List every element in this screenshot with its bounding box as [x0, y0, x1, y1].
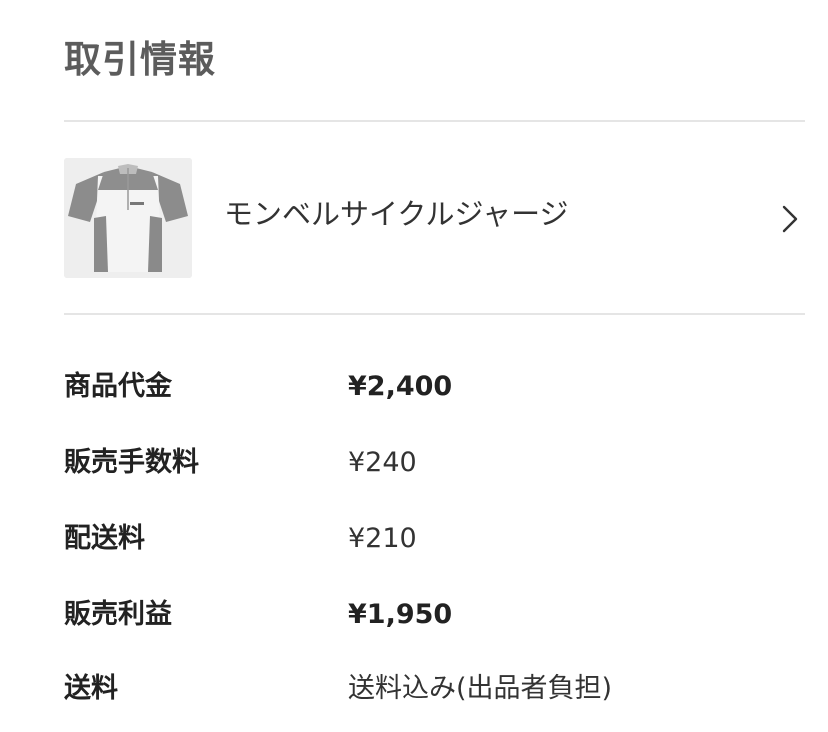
section-title: 取引情報: [64, 38, 216, 81]
detail-row-shipping: 送料 送料込み(出品者負担): [64, 664, 805, 714]
detail-row-sales-profit: 販売利益 ¥1,950: [64, 590, 805, 640]
chevron-right-icon[interactable]: [780, 204, 800, 234]
item-thumbnail: [64, 158, 192, 278]
detail-label: 商品代金: [64, 371, 172, 402]
detail-label: 販売手数料: [64, 447, 199, 478]
detail-value: 送料込み(出品者負担): [348, 673, 613, 704]
detail-value: ¥1,950: [348, 599, 453, 630]
item-row[interactable]: モンベルサイクルジャージ: [64, 122, 805, 313]
detail-value: ¥210: [348, 523, 417, 554]
detail-row-item-price: 商品代金 ¥2,400: [64, 362, 805, 412]
cycling-jersey-photo: [64, 158, 192, 278]
divider-bottom: [64, 313, 805, 315]
detail-label: 販売利益: [64, 599, 172, 630]
detail-label: 配送料: [64, 523, 145, 554]
detail-row-sales-fee: 販売手数料 ¥240: [64, 438, 805, 488]
detail-row-shipping-cost: 配送料 ¥210: [64, 514, 805, 564]
detail-value: ¥240: [348, 447, 417, 478]
item-name: モンベルサイクルジャージ: [224, 197, 569, 231]
detail-value: ¥2,400: [348, 371, 453, 402]
detail-label: 送料: [64, 673, 118, 704]
